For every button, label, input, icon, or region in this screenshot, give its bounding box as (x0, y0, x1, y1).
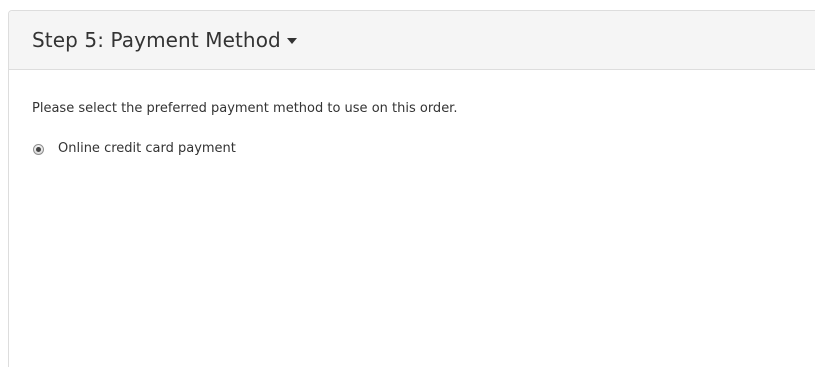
payment-option-credit-card[interactable]: Online credit card payment (32, 140, 804, 158)
panel-title: Step 5: Payment Method (32, 28, 281, 52)
payment-instructions: Please select the preferred payment meth… (32, 101, 458, 116)
checkout-page: Step 5: Payment Method Please select the… (0, 0, 815, 367)
panel-body: Please select the preferred payment meth… (9, 70, 815, 158)
panel-heading-toggle[interactable]: Step 5: Payment Method (9, 11, 815, 70)
payment-option-label: Online credit card payment (58, 141, 236, 156)
payment-radio-button[interactable] (33, 143, 44, 155)
caret-down-icon (286, 38, 297, 44)
radio-selected-dot (36, 146, 41, 152)
payment-method-panel: Step 5: Payment Method Please select the… (8, 10, 815, 367)
